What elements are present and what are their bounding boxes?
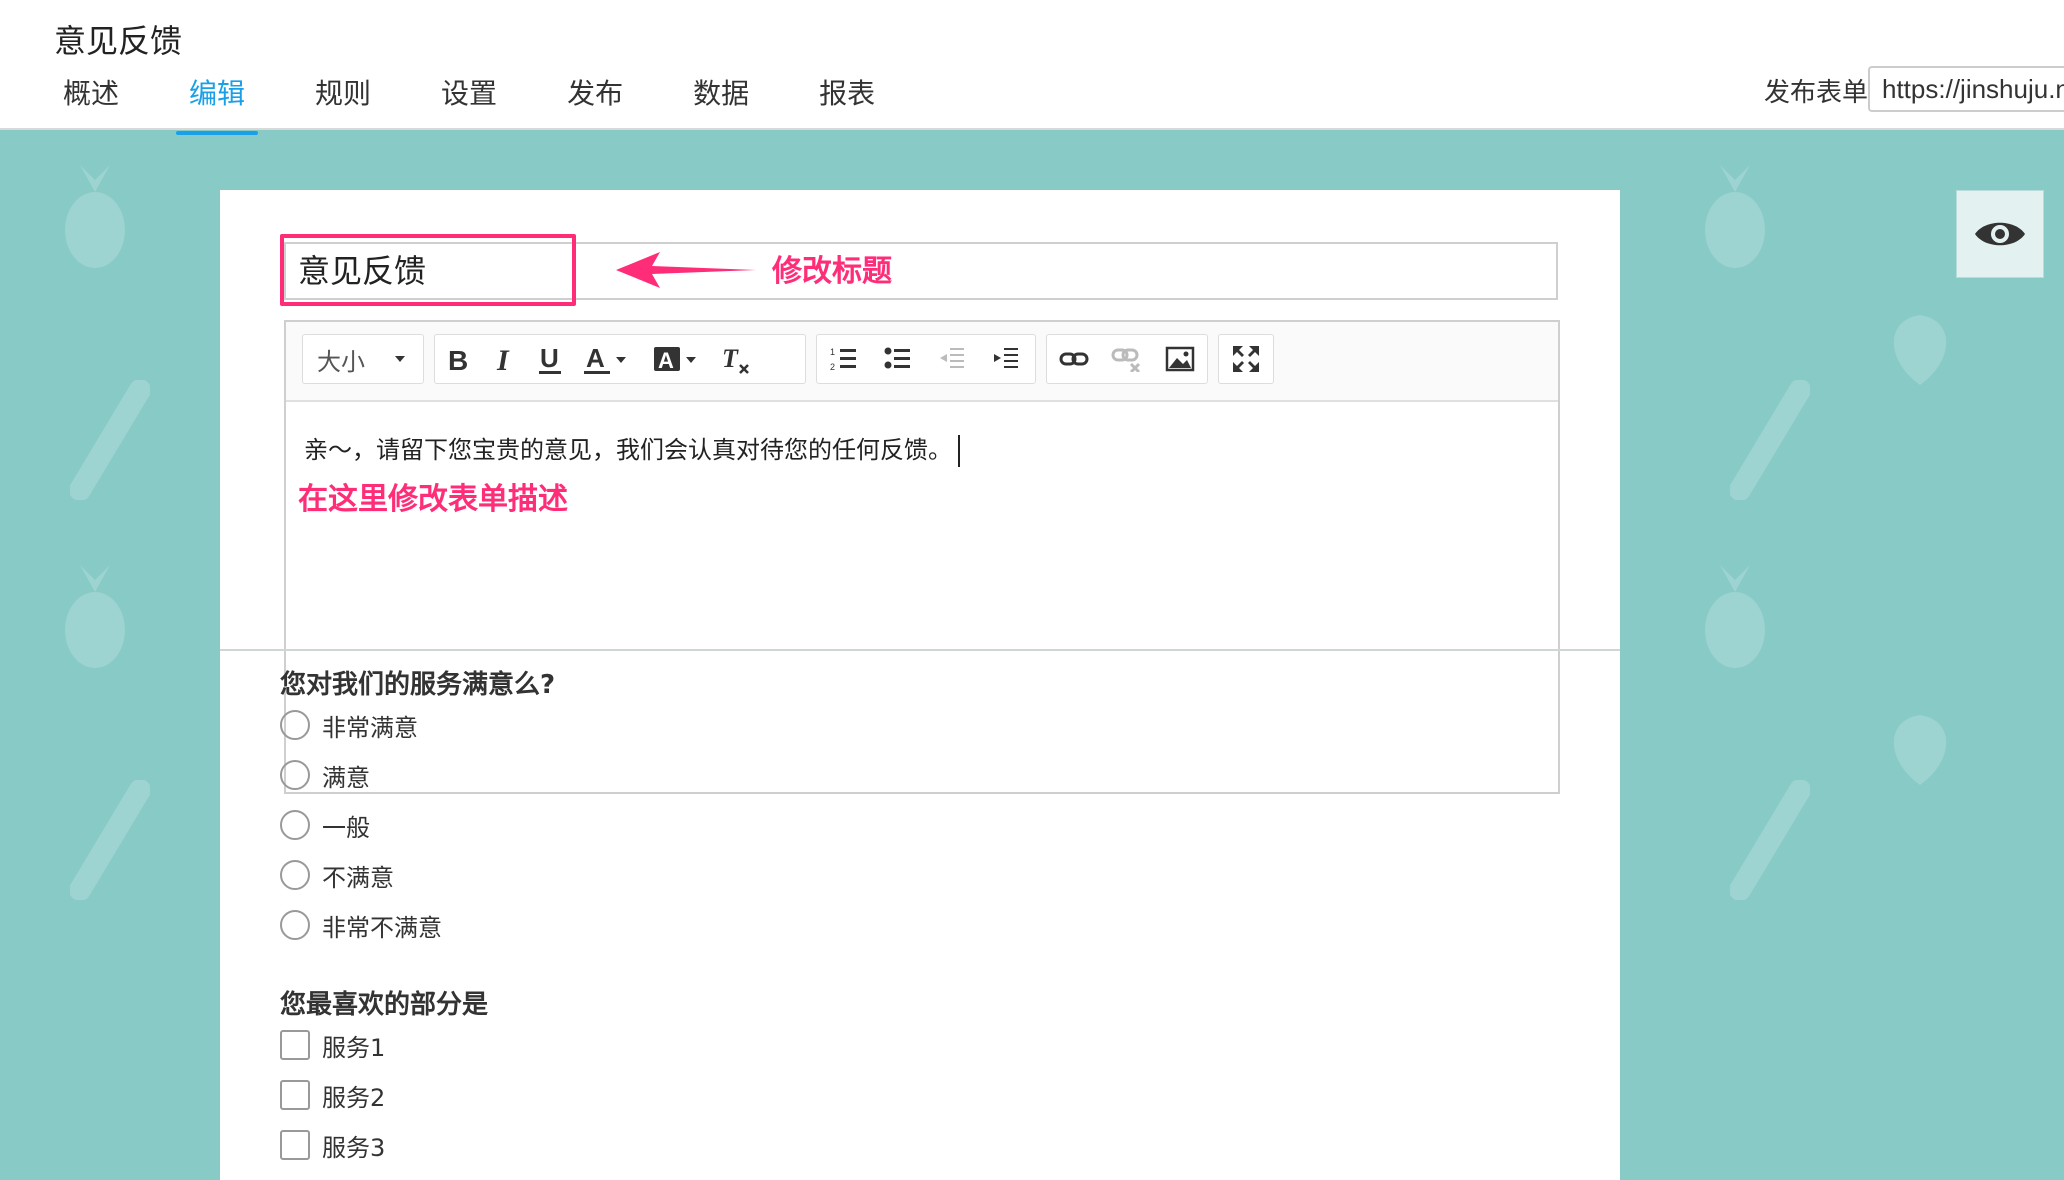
italic-icon[interactable]: I [481, 335, 527, 383]
unlink-icon[interactable] [1100, 335, 1153, 383]
pineapple-decoration-icon [1705, 565, 1765, 668]
radio-button[interactable] [280, 810, 310, 840]
tab-edit[interactable]: 编辑 [166, 70, 268, 135]
radio-option[interactable]: 非常满意 [280, 708, 418, 742]
description-editor: 大小 B I U A A T 12 亲～，请留下您宝贵的意见，我们会认真对待您的… [284, 320, 1560, 794]
indent-icon[interactable] [979, 335, 1033, 383]
checkbox[interactable] [280, 1130, 310, 1160]
tab-reports[interactable]: 报表 [796, 70, 898, 128]
publish-url-field[interactable]: https://jinshuju.n [1868, 66, 2064, 112]
tab-overview[interactable]: 概述 [40, 70, 142, 128]
publish-form-label: 发布表单 [1764, 78, 1869, 108]
preview-button[interactable] [1956, 190, 2044, 278]
svg-text:I: I [496, 344, 510, 374]
title-highlight-box [280, 234, 576, 306]
font-size-select[interactable]: 大小 [302, 334, 424, 384]
top-bar: 意见反馈 概述 编辑 规则 设置 发布 数据 报表 发布表单 https://j… [0, 0, 2064, 135]
svg-text:A: A [658, 348, 674, 373]
svg-text:2: 2 [830, 362, 835, 372]
option-label: 不满意 [322, 863, 394, 892]
radio-option[interactable]: 满意 [280, 758, 370, 792]
tab-settings[interactable]: 设置 [418, 70, 520, 128]
leek-decoration-icon [70, 780, 150, 900]
option-label: 满意 [322, 763, 370, 792]
pineapple-decoration-icon [65, 165, 125, 268]
link-icon[interactable] [1047, 335, 1100, 383]
radio-button[interactable] [280, 860, 310, 890]
description-text-area[interactable]: 亲～，请留下您宝贵的意见，我们会认真对待您的任何反馈。 [304, 430, 960, 467]
checkbox[interactable] [280, 1080, 310, 1110]
option-label: 服务2 [322, 1083, 386, 1112]
radio-button[interactable] [280, 710, 310, 740]
caret-down-icon [395, 356, 405, 362]
eye-icon [1975, 222, 2025, 246]
option-label: 服务3 [322, 1133, 386, 1162]
pineapple-decoration-icon [65, 565, 125, 668]
strawberry-decoration-icon [1893, 715, 1947, 785]
app-title: 意见反馈 [54, 22, 183, 60]
font-color-icon[interactable]: A [573, 335, 643, 383]
tab-rules[interactable]: 规则 [292, 70, 394, 128]
leek-decoration-icon [1730, 780, 1810, 900]
format-button-group: B I U A A T [434, 334, 806, 384]
radio-button[interactable] [280, 760, 310, 790]
leek-decoration-icon [1730, 380, 1810, 500]
outdent-icon[interactable] [925, 335, 979, 383]
unordered-list-icon[interactable] [871, 335, 925, 383]
font-size-label: 大小 [317, 347, 365, 376]
svg-text:A: A [586, 343, 605, 373]
form-card: 意见反馈 修改标题 大小 B I U A A T 12 亲～，请留下您宝贵的意见… [220, 190, 1620, 1180]
editor-toolbar: 大小 B I U A A T 12 [286, 322, 1558, 402]
pineapple-decoration-icon [1705, 165, 1765, 268]
tab-publish[interactable]: 发布 [544, 70, 646, 128]
question-title: 您最喜欢的部分是 [280, 990, 489, 1020]
radio-option[interactable]: 不满意 [280, 858, 394, 892]
checkbox-option[interactable]: 服务3 [280, 1128, 385, 1162]
svg-text:T: T [722, 344, 739, 373]
image-icon[interactable] [1154, 335, 1207, 383]
fullscreen-icon [1219, 335, 1273, 383]
svg-text:B: B [448, 345, 468, 374]
list-button-group: 12 [816, 334, 1036, 384]
question-title: 您对我们的服务满意么? [280, 670, 556, 700]
description-text: 亲～，请留下您宝贵的意见，我们会认真对待您的任何反馈。 [304, 436, 952, 464]
title-annotation: 修改标题 [772, 254, 892, 289]
underline-icon[interactable]: U [527, 335, 573, 383]
description-annotation: 在这里修改表单描述 [298, 482, 568, 517]
checkbox-option[interactable]: 服务1 [280, 1028, 385, 1062]
insert-button-group [1046, 334, 1208, 384]
text-caret [958, 435, 960, 467]
radio-option[interactable]: 一般 [280, 808, 370, 842]
option-label: 非常不满意 [322, 913, 442, 942]
tab-bar: 概述 编辑 规则 设置 发布 数据 报表 [40, 70, 922, 135]
clear-format-icon[interactable]: T [713, 335, 759, 383]
strawberry-decoration-icon [1893, 315, 1947, 385]
fullscreen-button[interactable] [1218, 334, 1274, 384]
leek-decoration-icon [70, 380, 150, 500]
tab-data[interactable]: 数据 [670, 70, 772, 128]
checkbox[interactable] [280, 1030, 310, 1060]
option-label: 非常满意 [322, 713, 418, 742]
svg-text:U: U [540, 343, 559, 373]
ordered-list-icon[interactable]: 12 [817, 335, 871, 383]
svg-text:1: 1 [830, 347, 835, 357]
checkbox-option[interactable]: 服务2 [280, 1078, 385, 1112]
section-divider [220, 649, 1620, 651]
radio-option[interactable]: 非常不满意 [280, 908, 442, 942]
option-label: 服务1 [322, 1033, 386, 1062]
option-label: 一般 [322, 813, 370, 842]
radio-button[interactable] [280, 910, 310, 940]
bold-icon[interactable]: B [435, 335, 481, 383]
arrow-left-icon [616, 252, 756, 288]
background-color-icon[interactable]: A [643, 335, 713, 383]
